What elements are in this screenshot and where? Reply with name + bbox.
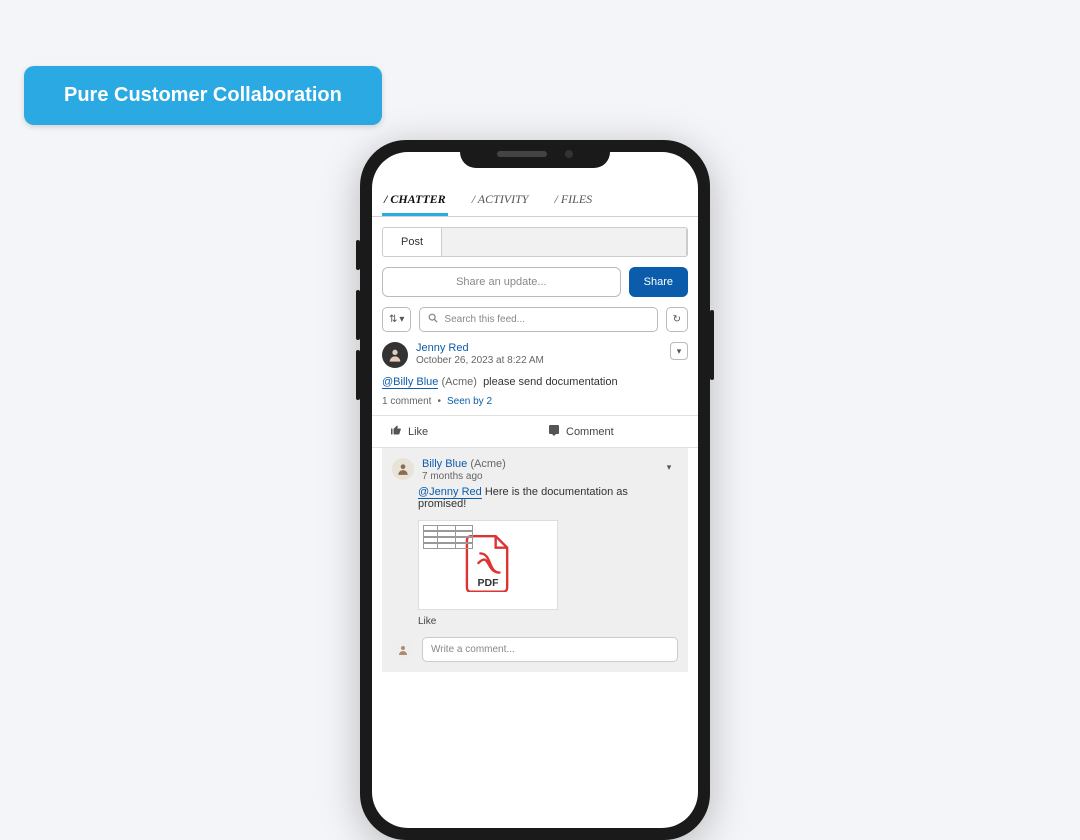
avatar[interactable]: [392, 458, 414, 480]
search-feed-input[interactable]: Search this feed...: [419, 307, 657, 332]
chevron-down-icon: ▾: [667, 462, 672, 473]
mention-context: (Acme): [441, 376, 476, 388]
post-meta: 1 comment • Seen by 2: [382, 396, 688, 407]
tab-files[interactable]: / FILES: [552, 182, 594, 216]
chevron-down-icon: ▾: [399, 314, 404, 325]
tab-activity[interactable]: / ACTIVITY: [470, 182, 531, 216]
refresh-button[interactable]: ↻: [666, 307, 688, 332]
phone-mockup: / CHATTER / ACTIVITY / FILES Post Share …: [360, 140, 710, 840]
reply-header: Billy Blue (Acme) 7 months ago ▾: [392, 458, 678, 482]
write-comment-input[interactable]: Write a comment...: [422, 637, 678, 662]
search-icon: [428, 313, 438, 326]
thumbs-up-icon: [390, 424, 402, 439]
phone-side-button: [356, 350, 360, 400]
spreadsheet-icon: [423, 525, 473, 549]
reply-author[interactable]: Billy Blue: [422, 458, 467, 470]
composer-tab-other[interactable]: [442, 228, 687, 256]
svg-text:PDF: PDF: [477, 577, 499, 589]
composer-tabs: Post: [382, 227, 688, 257]
main-tabs: / CHATTER / ACTIVITY / FILES: [372, 182, 698, 217]
sort-icon: ⇅: [389, 314, 397, 325]
feed-post: Jenny Red October 26, 2023 at 8:22 AM ▾ …: [382, 342, 688, 407]
sort-button[interactable]: ⇅ ▾: [382, 307, 411, 332]
post-author[interactable]: Jenny Red: [416, 342, 544, 354]
post-body: @Billy Blue (Acme) please send documenta…: [382, 376, 688, 388]
post-menu-button[interactable]: ▾: [670, 342, 688, 360]
reply-menu-button[interactable]: ▾: [660, 458, 678, 476]
seen-by-link[interactable]: Seen by 2: [447, 396, 492, 407]
reply-body: @Jenny Red Here is the documentation as …: [418, 486, 678, 510]
comment-count: 1 comment: [382, 396, 431, 407]
comment-button[interactable]: Comment: [540, 416, 698, 447]
phone-side-button: [356, 290, 360, 340]
reply-block: Billy Blue (Acme) 7 months ago ▾ @Jenny …: [382, 448, 688, 672]
composer-tab-post[interactable]: Post: [383, 228, 442, 256]
like-button[interactable]: Like: [372, 416, 540, 447]
avatar[interactable]: [382, 342, 408, 368]
post-timestamp: October 26, 2023 at 8:22 AM: [416, 355, 544, 366]
phone-screen: / CHATTER / ACTIVITY / FILES Post Share …: [372, 152, 698, 828]
camera-icon: [565, 150, 573, 158]
avatar[interactable]: [392, 639, 414, 661]
post-actions: Like Comment: [372, 415, 698, 448]
comment-label: Comment: [566, 426, 614, 438]
phone-notch: [460, 140, 610, 168]
write-comment-row: Write a comment...: [392, 637, 678, 662]
chevron-down-icon: ▾: [677, 346, 682, 357]
phone-side-button: [710, 310, 714, 380]
attachment-preview[interactable]: PDF: [418, 520, 558, 610]
phone-side-button: [356, 240, 360, 270]
share-row: Share an update... Share: [382, 267, 688, 297]
search-placeholder: Search this feed...: [444, 314, 525, 325]
meta-dot: •: [437, 396, 441, 407]
reply-author-context: (Acme): [470, 458, 505, 470]
page-title-badge: Pure Customer Collaboration: [24, 66, 382, 125]
comment-icon: [548, 424, 560, 439]
share-input[interactable]: Share an update...: [382, 267, 621, 297]
reply-like-button[interactable]: Like: [418, 616, 678, 627]
like-label: Like: [408, 426, 428, 438]
mention-link[interactable]: @Billy Blue: [382, 376, 438, 389]
reply-timestamp: 7 months ago: [422, 471, 506, 482]
post-header: Jenny Red October 26, 2023 at 8:22 AM ▾: [382, 342, 688, 368]
share-button[interactable]: Share: [629, 267, 688, 297]
post-text: please send documentation: [483, 376, 618, 388]
refresh-icon: ↻: [673, 314, 681, 325]
tab-chatter[interactable]: / CHATTER: [382, 182, 448, 216]
speaker-icon: [497, 151, 547, 157]
feed-toolbar: ⇅ ▾ Search this feed... ↻: [382, 307, 688, 332]
